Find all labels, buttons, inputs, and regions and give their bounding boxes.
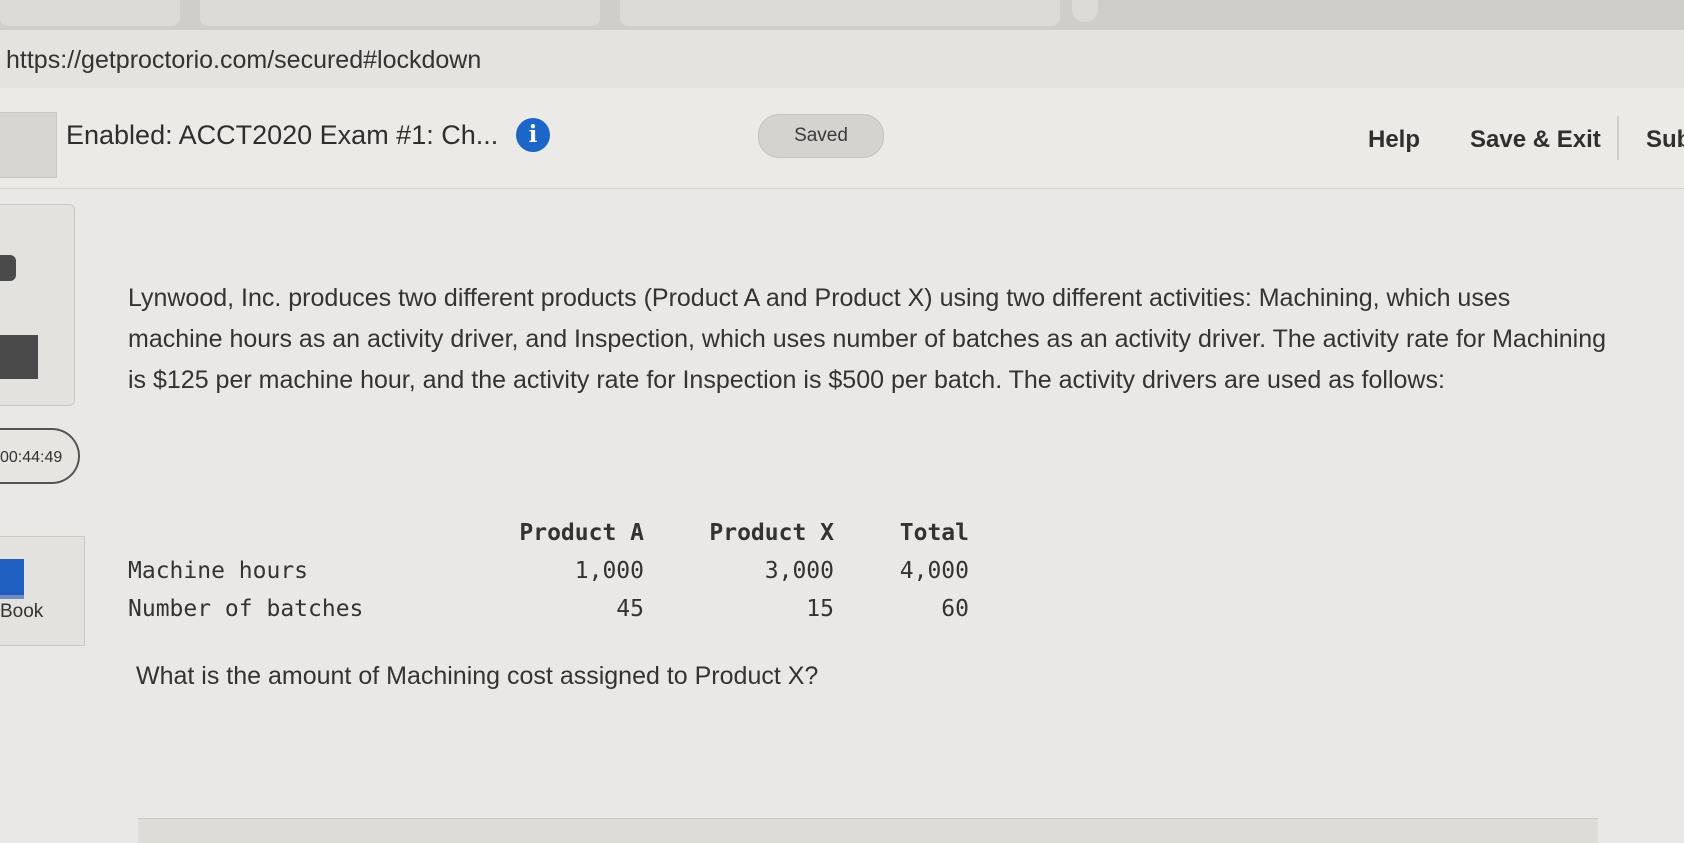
info-icon[interactable]: i [516,118,550,152]
table-header [128,514,504,552]
header-divider [1617,116,1619,160]
saved-status-badge: Saved [758,114,884,158]
table-cell: Machine hours [128,558,309,584]
answer-area[interactable] [138,818,1598,843]
calculator-icon[interactable] [0,255,16,281]
table-cell: 3,000 [764,558,834,584]
browser-tab[interactable] [620,0,1060,26]
new-tab-button[interactable] [1072,0,1098,22]
submit-button[interactable]: Sub [1646,126,1684,154]
table-row: Machine hours 1,000 3,000 4,000 [128,552,969,590]
exam-header: Enabled: ACCT2020 Exam #1: Ch... i Saved… [0,88,1684,189]
table-cell: 60 [941,596,969,622]
help-button[interactable]: Help [1368,126,1420,154]
table-header: Product A [519,520,644,546]
question-prompt: What is the amount of Machining cost ass… [136,662,819,690]
browser-tab-strip [0,0,1684,30]
ebook-button[interactable]: Book [0,536,85,646]
address-bar[interactable]: https://getproctorio.com/secured#lockdow… [0,30,1684,88]
table-cell: 15 [806,596,834,622]
table-cell: Number of batches [128,596,364,622]
table-cell: 45 [616,596,644,622]
url-text: https://getproctorio.com/secured#lockdow… [6,46,482,74]
table-cell: 1,000 [574,558,644,584]
browser-tab[interactable] [200,0,600,26]
exam-title: Enabled: ACCT2020 Exam #1: Ch... [66,120,499,150]
activity-driver-table: Product A Product X Total Machine hours … [128,514,969,628]
side-tools-panel [0,204,75,406]
table-header: Product X [709,520,834,546]
save-exit-button[interactable]: Save & Exit [1470,126,1601,154]
table-row: Number of batches 45 15 60 [128,590,969,628]
timer-badge[interactable]: 00:44:49 [0,428,80,484]
ebook-label: Book [0,601,44,622]
timer-text: 00:44:49 [0,449,63,466]
header-menu-stub[interactable] [0,112,57,178]
table-header: Total [899,520,969,546]
browser-tab[interactable] [0,0,180,26]
tool-icon[interactable] [0,335,38,379]
question-text: Lynwood, Inc. produces two different pro… [128,284,1607,394]
table-cell: 4,000 [899,558,969,584]
book-icon [0,559,24,599]
table-header-row: Product A Product X Total [128,514,969,552]
